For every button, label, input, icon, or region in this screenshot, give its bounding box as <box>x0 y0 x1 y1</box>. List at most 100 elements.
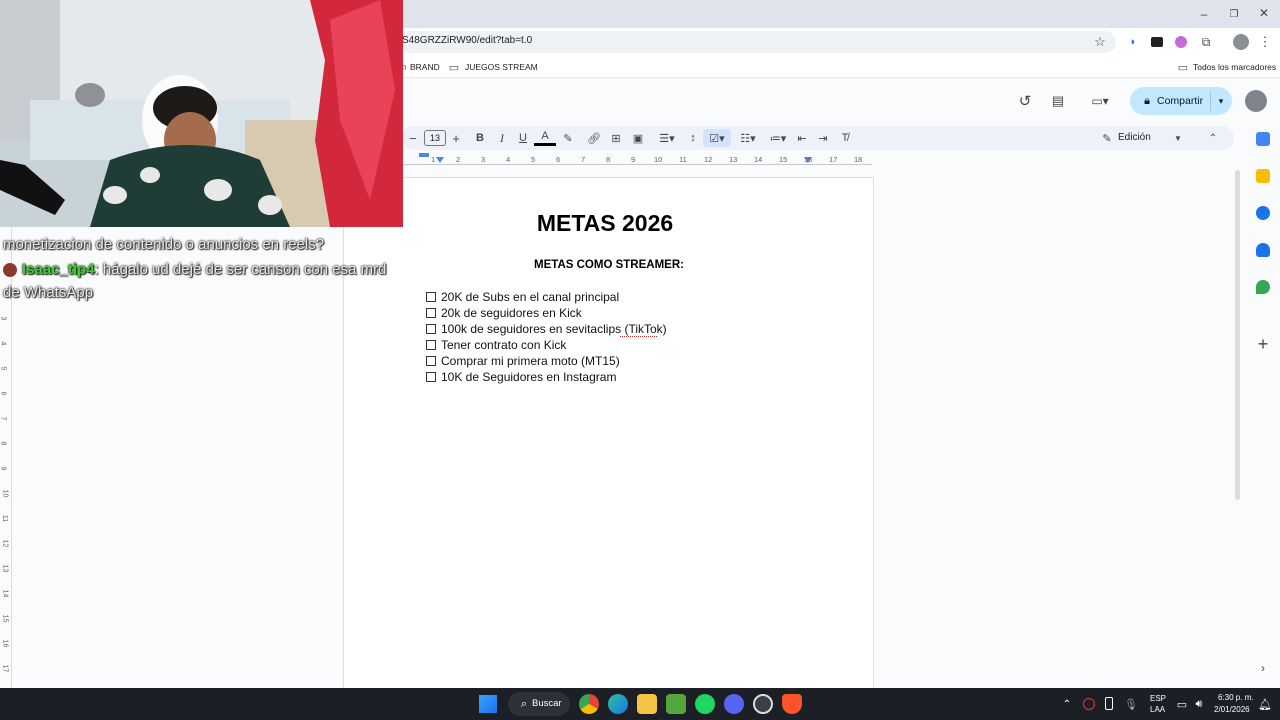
clock-time[interactable]: 6:30 p. m. <box>1218 693 1254 702</box>
document-scrollbar[interactable] <box>1235 170 1240 500</box>
minecraft-icon[interactable] <box>666 694 686 714</box>
left-indent-marker[interactable] <box>419 153 429 157</box>
document-subtitle[interactable]: METAS COMO STREAMER: <box>354 259 864 271</box>
collapse-menus-icon[interactable]: ⌃ <box>1202 126 1224 150</box>
numbered-list-icon[interactable]: ≔▾ <box>764 126 792 150</box>
share-dropdown-icon[interactable]: ▾ <box>1214 94 1228 108</box>
align-icon[interactable]: ☰▾ <box>653 126 681 150</box>
profile-avatar[interactable] <box>1233 34 1249 50</box>
ruler-tick: 7 <box>581 155 586 164</box>
docs-account-avatar[interactable] <box>1245 90 1267 112</box>
obs-icon[interactable] <box>753 694 773 714</box>
editing-mode-label: Edición <box>1118 132 1151 143</box>
lang-bottom[interactable]: LAA <box>1150 705 1165 714</box>
bulleted-list-icon[interactable]: ☷▾ <box>734 126 762 150</box>
checkbox[interactable] <box>426 324 436 334</box>
keep-icon[interactable] <box>1256 169 1270 183</box>
read-aloud-icon[interactable]: ◗ <box>1126 35 1140 49</box>
maps-icon[interactable] <box>1256 280 1270 294</box>
checklist-icon[interactable]: ☑▾ <box>703 129 731 147</box>
volume-icon[interactable]: 🔊︎ <box>1192 696 1206 712</box>
bookmark-brand[interactable]: BRAND <box>410 62 440 72</box>
notification-icon[interactable]: 🔔︎ <box>1258 696 1272 712</box>
file-explorer-icon[interactable] <box>637 694 657 714</box>
increase-indent-icon[interactable]: ⇥ <box>812 126 834 150</box>
browser-menu-icon[interactable]: ⋮ <box>1258 34 1272 50</box>
line-spacing-icon[interactable]: ↕ <box>682 126 704 150</box>
checklist-item[interactable]: 20K de Subs en el canal principal <box>426 289 846 305</box>
calendar-icon[interactable] <box>1256 132 1270 146</box>
insert-link-icon[interactable]: 🔗︎ <box>583 126 605 150</box>
chat-user-badge <box>3 263 17 277</box>
checklist-item[interactable]: Tener contrato con Kick <box>426 337 846 353</box>
checkbox[interactable] <box>426 340 436 350</box>
omnibox[interactable]: S48GRZZiRW90/edit?tab=t.0 ☆ <box>396 31 1116 53</box>
highlight-icon[interactable]: ✎ <box>557 126 579 150</box>
taskbar-search[interactable]: ⌕ Buscar <box>508 692 570 716</box>
restore-icon[interactable]: ❐ <box>1226 6 1242 22</box>
chat-message-continuation: de WhatsApp <box>3 284 94 301</box>
ruler-tick: 18 <box>854 155 863 164</box>
all-bookmarks[interactable]: Todos los marcadores <box>1193 62 1276 72</box>
decrease-indent-icon[interactable]: ⇤ <box>791 126 813 150</box>
add-comment-icon[interactable]: ⊞ <box>605 126 627 150</box>
editing-mode-dropdown[interactable]: ✎ Edición ▼ <box>1100 128 1184 148</box>
show-hidden-icons[interactable]: ⌃ <box>1060 696 1074 712</box>
brave-icon[interactable] <box>782 694 802 714</box>
lang-top[interactable]: ESP <box>1150 694 1166 703</box>
microphone-icon[interactable]: 🎙︎ <box>1124 696 1138 712</box>
increase-font-size-icon[interactable]: + <box>445 126 467 150</box>
extension-icon[interactable] <box>1151 37 1163 47</box>
discord-icon[interactable] <box>724 694 744 714</box>
italic-icon[interactable]: I <box>491 126 513 150</box>
tasks-icon[interactable] <box>1256 206 1270 220</box>
comments-icon[interactable]: ▤ <box>1049 92 1067 110</box>
version-history-icon[interactable]: ↺ <box>1016 92 1034 110</box>
url-text: S48GRZZiRW90/edit?tab=t.0 <box>402 35 533 46</box>
document-page[interactable]: METAS 2026 METAS COMO STREAMER: 20K de S… <box>343 177 874 692</box>
tray-app-icon[interactable] <box>1083 698 1095 710</box>
checklist-item[interactable]: 20k de seguidores en Kick <box>426 305 846 321</box>
chat-message: Isaac_tip4: hágalo ud dejé de ser canson… <box>22 261 386 278</box>
decrease-font-size-icon[interactable]: − <box>402 126 424 150</box>
network-icon[interactable]: ▭ <box>1175 696 1189 712</box>
ruler-tick: 7 <box>0 416 7 421</box>
close-window-icon[interactable]: ✕ <box>1256 5 1272 21</box>
checklist-item[interactable]: 10K de Seguidores en Instagram <box>426 369 846 385</box>
clear-formatting-icon[interactable]: T̸ <box>834 126 856 150</box>
horizontal-ruler: 1 2 3 4 5 6 7 8 9 10 11 12 13 14 15 16 1… <box>402 153 880 167</box>
ruler-tick: 6 <box>556 155 561 164</box>
contacts-icon[interactable] <box>1256 243 1270 257</box>
extension-purple-icon[interactable] <box>1175 36 1187 48</box>
ruler-tick: 16 <box>1 639 9 648</box>
edge-icon[interactable] <box>608 694 628 714</box>
checkbox[interactable] <box>426 356 436 366</box>
bookmark-juegos-stream[interactable]: JUEGOS STREAM <box>465 62 538 72</box>
spotify-icon[interactable] <box>695 694 715 714</box>
checklist-item[interactable]: Comprar mi primera moto (MT15) <box>426 353 846 369</box>
ruler-tick: 14 <box>754 155 763 164</box>
checkbox[interactable] <box>426 372 436 382</box>
insert-image-icon[interactable]: ▣ <box>627 126 649 150</box>
add-addon-icon[interactable]: + <box>1255 334 1271 354</box>
chrome-icon[interactable] <box>579 694 599 714</box>
usb-icon[interactable] <box>1105 697 1113 710</box>
bookmark-star-icon[interactable]: ☆ <box>1092 34 1108 50</box>
underline-icon[interactable]: U <box>512 126 534 150</box>
bold-icon[interactable]: B <box>469 126 491 150</box>
checkbox[interactable] <box>426 292 436 302</box>
minimize-icon[interactable]: – <box>1196 6 1212 22</box>
start-icon[interactable] <box>479 695 497 713</box>
checklist-item-text: 20k de seguidores en Kick <box>441 306 582 320</box>
extensions-puzzle-icon[interactable]: ⧉ <box>1198 34 1214 50</box>
font-size-input[interactable]: 13 <box>424 130 446 146</box>
left-margin-marker[interactable] <box>436 157 444 163</box>
meet-icon[interactable]: ▭▾ <box>1086 92 1114 110</box>
expand-panel-icon[interactable]: › <box>1255 660 1271 676</box>
ruler-tick: 8 <box>606 155 611 164</box>
document-title[interactable]: METAS 2026 <box>344 210 866 237</box>
clock-date[interactable]: 2/01/2026 <box>1214 705 1250 714</box>
share-button[interactable]: 🔒︎ Compartir ▾ <box>1130 87 1232 115</box>
checkbox[interactable] <box>426 308 436 318</box>
text-color-icon[interactable]: A <box>534 128 556 146</box>
